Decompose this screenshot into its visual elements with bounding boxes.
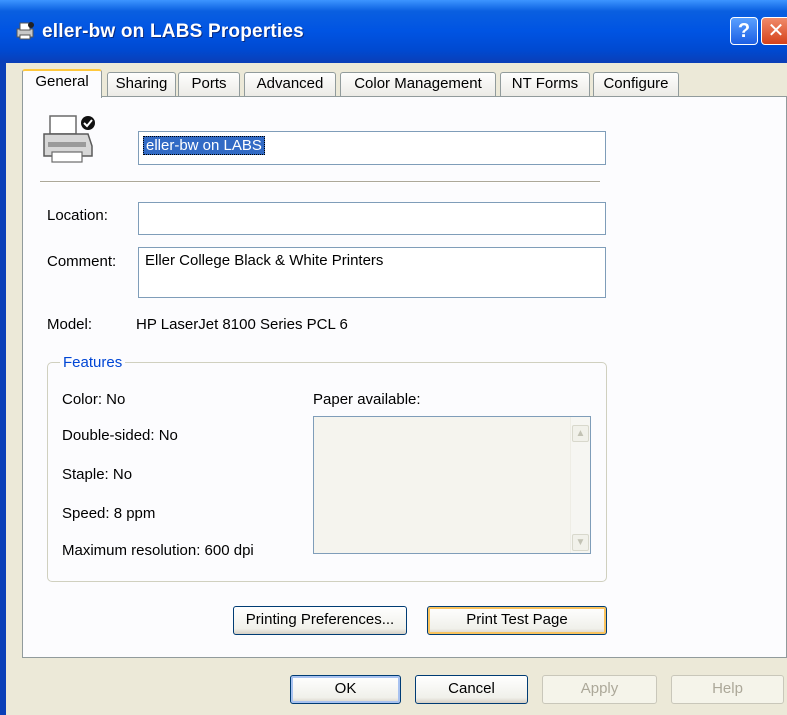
button-label: Printing Preferences... <box>245 611 395 628</box>
location-label: Location: <box>47 207 108 224</box>
close-icon: ✕ <box>767 20 785 42</box>
model-value: HP LaserJet 8100 Series PCL 6 <box>136 316 348 333</box>
cancel-button[interactable]: Cancel <box>415 675 528 704</box>
tab-label: Ports <box>191 75 227 92</box>
tab-label: Configure <box>603 75 669 92</box>
printer-large-icon <box>43 115 95 163</box>
button-label: OK <box>334 680 357 697</box>
printing-preferences-button[interactable]: Printing Preferences... <box>233 606 407 635</box>
printer-icon <box>16 22 34 40</box>
tab-label: General <box>35 73 89 90</box>
paper-list-scrollbar[interactable]: ▲ ▼ <box>570 417 590 553</box>
tab-sharing[interactable]: Sharing <box>107 72 176 96</box>
comment-field[interactable]: Eller College Black & White Printers <box>138 247 606 298</box>
tab-label: Color Management <box>354 75 482 92</box>
window-title: eller-bw on LABS Properties <box>42 21 304 42</box>
title-bar[interactable]: eller-bw on LABS Properties ? ✕ <box>0 0 787 63</box>
location-field[interactable] <box>138 202 606 235</box>
feature-max-resolution: Maximum resolution: 600 dpi <box>62 542 254 559</box>
paper-available-label: Paper available: <box>313 391 421 408</box>
comment-value: Eller College Black & White Printers <box>145 252 384 269</box>
printer-name-field[interactable]: eller-bw on LABS <box>138 131 606 165</box>
comment-label: Comment: <box>47 253 117 270</box>
separator <box>40 181 600 183</box>
question-icon: ? <box>737 20 751 42</box>
tab-color-management[interactable]: Color Management <box>340 72 496 96</box>
features-title: Features <box>60 354 126 371</box>
button-label: Print Test Page <box>466 611 568 628</box>
button-label: Apply <box>580 680 619 697</box>
close-button[interactable]: ✕ <box>761 17 787 45</box>
tab-configure[interactable]: Configure <box>593 72 679 96</box>
print-test-page-button[interactable]: Print Test Page <box>427 606 607 635</box>
scroll-up-icon[interactable]: ▲ <box>572 425 589 442</box>
feature-staple: Staple: No <box>62 466 133 483</box>
tab-advanced[interactable]: Advanced <box>244 72 336 96</box>
help-button[interactable]: Help <box>671 675 784 704</box>
tab-label: NT Forms <box>511 75 579 92</box>
tab-ports[interactable]: Ports <box>178 72 240 96</box>
properties-dialog: eller-bw on LABS Properties ? ✕ General … <box>0 0 787 715</box>
model-label: Model: <box>47 316 93 333</box>
scroll-down-icon[interactable]: ▼ <box>572 534 589 551</box>
help-title-button[interactable]: ? <box>730 17 758 45</box>
tab-nt-forms[interactable]: NT Forms <box>500 72 590 96</box>
feature-double-sided: Double-sided: No <box>62 427 178 444</box>
tab-general[interactable]: General <box>22 69 102 98</box>
button-label: Cancel <box>448 680 495 697</box>
window-frame-left <box>0 62 6 715</box>
printer-name-text: eller-bw on LABS <box>143 136 265 155</box>
feature-speed: Speed: 8 ppm <box>62 505 156 522</box>
ok-button[interactable]: OK <box>290 675 401 704</box>
tab-label: Advanced <box>256 75 324 92</box>
button-label: Help <box>712 680 743 697</box>
paper-available-list[interactable]: ▲ ▼ <box>313 416 591 554</box>
apply-button[interactable]: Apply <box>542 675 657 704</box>
feature-color: Color: No <box>62 391 126 408</box>
tab-label: Sharing <box>115 75 168 92</box>
